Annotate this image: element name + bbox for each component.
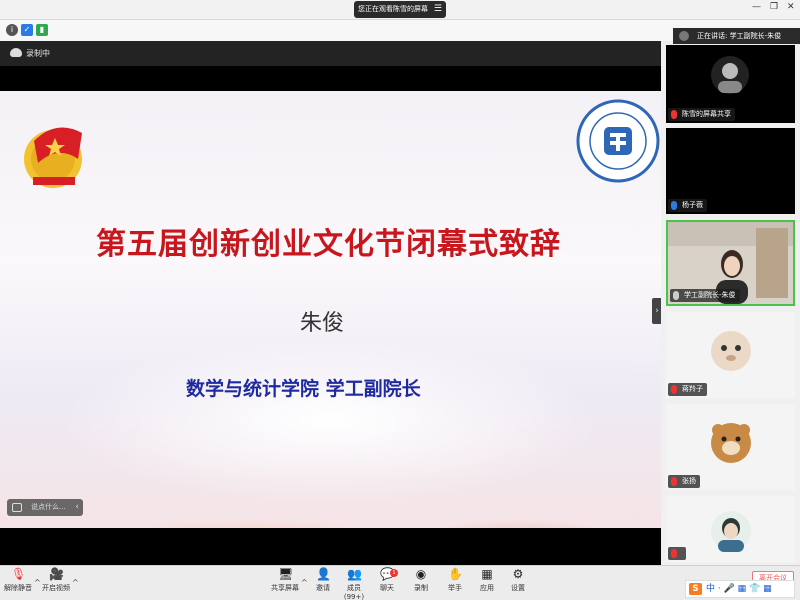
participant-name: 蒋羚子 xyxy=(668,383,707,396)
participant-tile[interactable]: 蒋羚子 xyxy=(666,312,795,398)
participant-tile-active[interactable]: 学工副院长-朱俊 xyxy=(666,220,795,306)
chevron-up-icon[interactable]: ^ xyxy=(34,578,41,587)
share-notice-text: 您正在观看陈雪的屏幕 xyxy=(358,5,428,13)
chat-bubble-icon xyxy=(12,503,22,512)
speaker-position: 数学与统计学院 学工副院长 xyxy=(186,378,421,400)
signal-icon[interactable]: ▮ xyxy=(36,24,48,36)
members-button[interactable]: 👥 成员(99+) xyxy=(338,567,370,600)
mic-muted-icon xyxy=(671,110,677,119)
screen-share-notice[interactable]: 您正在观看陈雪的屏幕 ☰ xyxy=(354,1,446,18)
chevron-up-icon[interactable]: ^ xyxy=(301,578,308,587)
slide-title: 第五届创新创业文化节闭幕式致辞 xyxy=(96,227,561,262)
cloud-icon xyxy=(10,48,22,57)
avatar xyxy=(711,423,751,463)
university-seal-icon xyxy=(576,99,660,183)
video-off-icon: 🎥 xyxy=(49,567,64,581)
hand-icon: ✋ xyxy=(448,567,463,581)
minimize-icon[interactable]: — xyxy=(752,2,761,12)
settings-button[interactable]: ⚙ 设置 xyxy=(509,567,527,593)
sogou-logo-icon: S xyxy=(689,583,702,595)
participant-name: 杨子薇 xyxy=(668,199,707,212)
mic-muted-icon xyxy=(671,385,677,394)
mic-muted-icon xyxy=(671,477,677,486)
gear-icon: ⚙ xyxy=(512,567,524,581)
members-icon: 👥 xyxy=(347,567,362,581)
participant-name: 张扬 xyxy=(668,475,700,488)
bottom-toolbar xyxy=(0,565,800,600)
presentation-slide: 第五届创新创业文化节闭幕式致辞 朱俊 数学与统计学院 学工副院长 xyxy=(0,91,661,528)
user-icon xyxy=(671,201,677,210)
chat-placeholder: 说点什么... xyxy=(31,503,66,511)
apps-grid-icon: ▦ xyxy=(481,567,493,581)
info-icon[interactable]: i xyxy=(6,24,18,36)
participant-name: 陈雪的屏幕共享 xyxy=(668,108,735,121)
speaking-indicator: 正在讲话: 学工副院长-朱俊 xyxy=(673,28,800,44)
mic-muted-icon xyxy=(671,549,677,558)
participant-tile-screen-share[interactable]: 陈雪的屏幕共享 xyxy=(666,45,795,123)
start-video-button[interactable]: 🎥 开启视频 xyxy=(42,567,70,593)
youth-league-emblem-icon xyxy=(24,127,82,188)
share-screen-button[interactable]: 🖥 共享屏幕 xyxy=(270,567,300,593)
meeting-app: 您正在观看陈雪的屏幕 ☰ — ❐ ✕ i ✓ ▮ 录制中 第五届创新创业文化节闭 xyxy=(0,0,800,600)
participant-name xyxy=(668,547,686,560)
participant-tile[interactable]: 杨子薇 xyxy=(666,128,795,214)
participant-tile[interactable] xyxy=(666,496,795,562)
record-icon: ◉ xyxy=(415,567,427,581)
avatar xyxy=(679,31,689,41)
speaker-name: 朱俊 xyxy=(300,311,345,336)
avatar xyxy=(711,511,751,552)
input-method-bar[interactable]: S 中 · 🎤 ▦ 👕 ▦ xyxy=(685,580,795,598)
participant-name: 学工副院长-朱俊 xyxy=(670,289,740,302)
raise-hand-button[interactable]: ✋ 举手 xyxy=(446,567,464,593)
chevron-up-icon[interactable]: ^ xyxy=(72,578,79,587)
shield-icon[interactable]: ✓ xyxy=(21,24,33,36)
screen-share-icon: 🖥 xyxy=(278,567,294,581)
recording-label: 录制中 xyxy=(26,49,50,58)
apps-button[interactable]: ▦ 应用 xyxy=(478,567,496,593)
ime-status: 中 · 🎤 ▦ 👕 ▦ xyxy=(706,584,772,594)
invite-button[interactable]: 👤 邀请 xyxy=(312,567,334,593)
restore-icon[interactable]: ❐ xyxy=(770,2,778,12)
speaking-label: 正在讲话: 学工副院长-朱俊 xyxy=(697,32,782,40)
add-user-icon: 👤 xyxy=(316,567,331,581)
avatar xyxy=(711,56,749,94)
unmute-button[interactable]: 🎙 解除静音 xyxy=(4,567,32,593)
recording-indicator: 录制中 xyxy=(0,41,661,66)
mic-icon xyxy=(673,291,679,300)
avatar xyxy=(711,331,751,371)
chat-input[interactable]: 说点什么... ‹ xyxy=(7,499,83,516)
close-icon[interactable]: ✕ xyxy=(787,2,795,12)
menu-icon[interactable]: ☰ xyxy=(434,1,442,18)
chevron-left-icon[interactable]: ‹ xyxy=(75,499,79,516)
chat-unread-badge: 1 xyxy=(390,569,398,577)
participant-tile[interactable]: 张扬 xyxy=(666,404,795,490)
mic-muted-icon: 🎙 xyxy=(11,567,27,581)
record-button[interactable]: ◉ 录制 xyxy=(412,567,430,593)
